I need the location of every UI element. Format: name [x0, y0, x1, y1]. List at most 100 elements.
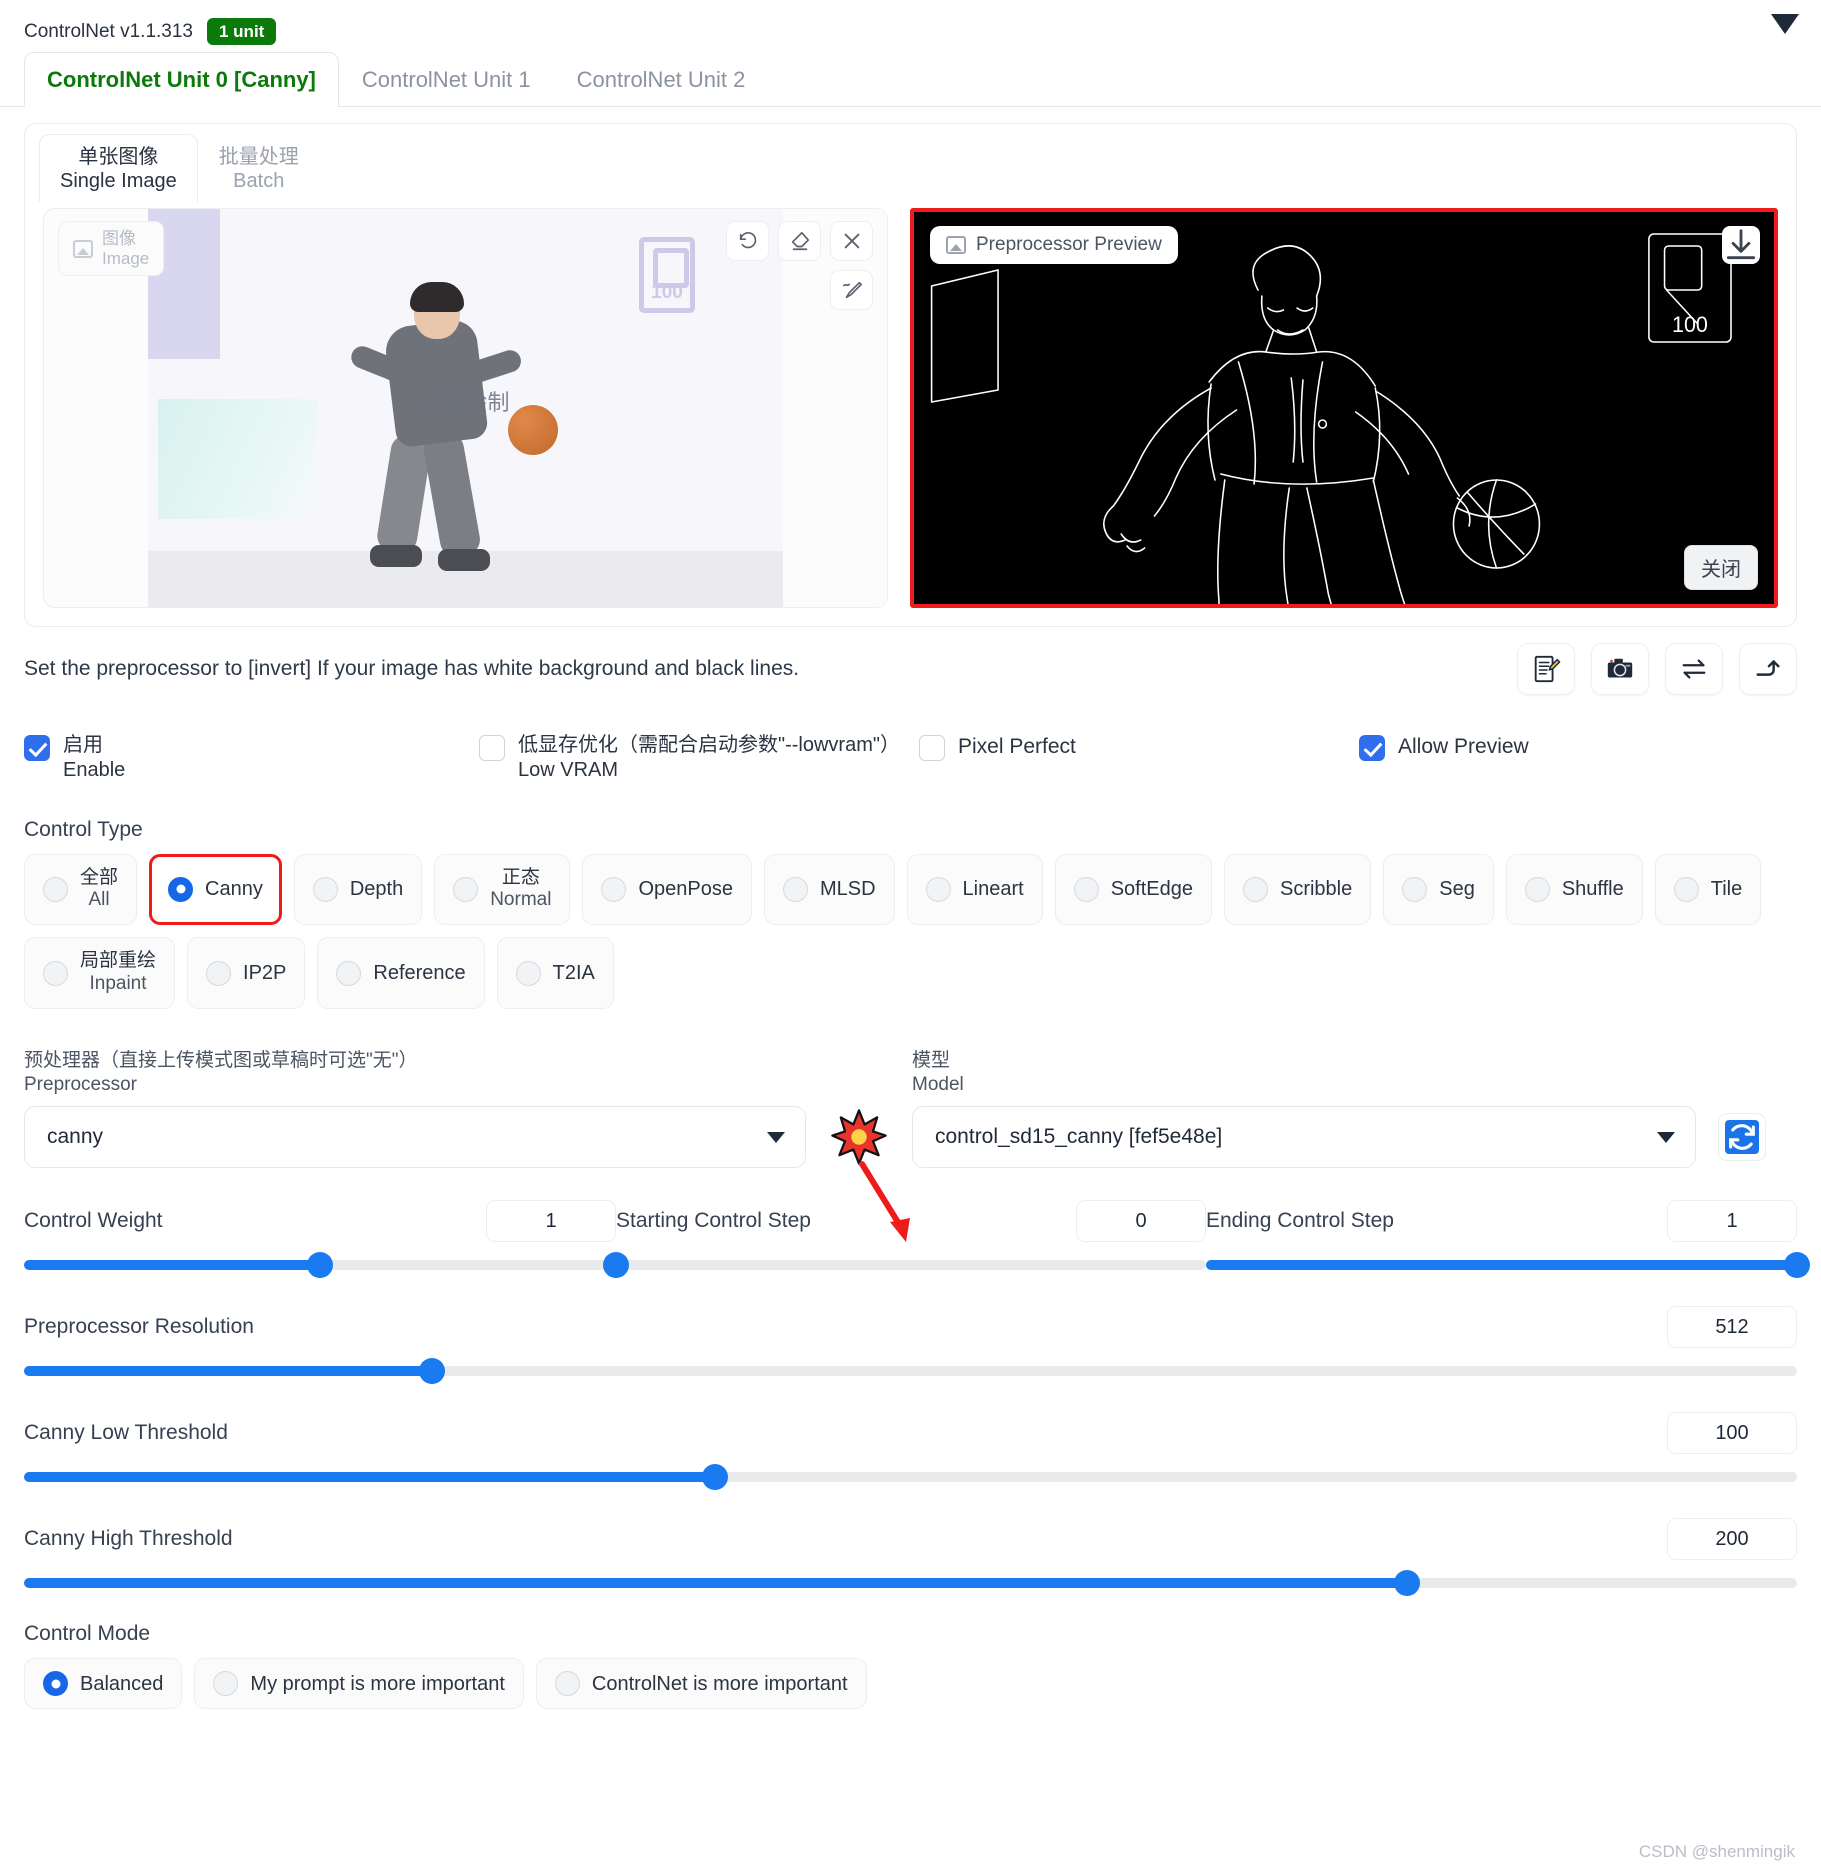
model-dropdown[interactable]: control_sd15_canny [fef5e48e] [912, 1106, 1696, 1169]
radio-seg[interactable] [1402, 876, 1428, 902]
return-arrow-icon[interactable] [1739, 643, 1797, 696]
starting-step-label: Starting Control Step [616, 1209, 811, 1233]
radio-inpaint[interactable] [43, 960, 68, 986]
control-type-t2ia[interactable]: T2IA [496, 937, 614, 1009]
download-icon[interactable] [1722, 226, 1760, 265]
canny-low-knob[interactable] [702, 1464, 729, 1491]
preprocessor-resolution-value[interactable]: 512 [1667, 1306, 1797, 1349]
control-type-openpose[interactable]: OpenPose [582, 853, 752, 926]
tab-controlnet-unit-0[interactable]: ControlNet Unit 0 [Canny] [24, 52, 339, 108]
low-vram-checkbox-box[interactable] [479, 735, 505, 762]
preprocessor-label-en: Preprocessor [24, 1073, 137, 1095]
source-image-dropzone[interactable]: 图像 Image 100 开始绘制 [43, 208, 888, 609]
preprocessor-block: 预处理器（直接上传模式图或草稿时可选"无"） Preprocessor cann… [24, 1049, 806, 1169]
control-type-lineart[interactable]: Lineart [906, 853, 1043, 926]
radio-scribble[interactable] [1242, 876, 1268, 902]
unit-panel: 单张图像 Single Image 批量处理 Batch 图像 Image 10… [24, 123, 1797, 628]
starting-step-value[interactable]: 0 [1076, 1200, 1206, 1243]
ending-step-knob[interactable] [1784, 1252, 1810, 1279]
control-type-shuffle[interactable]: Shuffle [1505, 853, 1643, 926]
low-vram-label-en: Low VRAM [518, 758, 619, 781]
control-type-seg-label: Seg [1439, 878, 1475, 901]
image-panels-row: 图像 Image 100 开始绘制 Preprocessor Preview 1… [25, 202, 1796, 609]
caret-down-icon[interactable] [1771, 14, 1799, 34]
undo-icon[interactable] [726, 221, 769, 262]
allow-preview-checkbox-box[interactable] [1359, 735, 1385, 762]
checkbox-enable[interactable]: 启用 Enable [24, 733, 479, 783]
radio-all[interactable] [43, 876, 68, 902]
canny-high-value[interactable]: 200 [1667, 1518, 1797, 1561]
control-weight-value[interactable]: 1 [486, 1200, 616, 1243]
pixel-perfect-checkbox-box[interactable] [919, 735, 945, 762]
edit-note-icon[interactable] [1517, 643, 1575, 696]
ending-step-track[interactable] [1206, 1252, 1810, 1279]
model-label-en: Model [912, 1073, 964, 1095]
control-type-normal[interactable]: 正态 Normal [434, 853, 571, 926]
control-type-inpaint[interactable]: 局部重绘 Inpaint [24, 937, 176, 1009]
control-type-reference[interactable]: Reference [317, 937, 485, 1009]
csdn-watermark: CSDN @shenmingik [1638, 1842, 1795, 1861]
control-mode-controlnet[interactable]: ControlNet is more important [535, 1658, 867, 1710]
preview-close-button[interactable]: 关闭 [1684, 545, 1758, 591]
control-mode-balanced[interactable]: Balanced [24, 1658, 183, 1710]
camera-icon[interactable] [1591, 643, 1649, 696]
control-type-mlsd[interactable]: MLSD [763, 853, 895, 926]
preprocessor-preview-panel[interactable]: Preprocessor Preview 100 关闭 [910, 208, 1778, 609]
radio-reference[interactable] [336, 960, 362, 986]
control-type-scribble[interactable]: Scribble [1223, 853, 1372, 926]
preprocessor-resolution-track[interactable] [24, 1358, 1797, 1385]
radio-shuffle[interactable] [1524, 876, 1550, 902]
control-mode-options: Balanced My prompt is more important Con… [0, 1658, 1821, 1710]
tab-controlnet-unit-2[interactable]: ControlNet Unit 2 [554, 52, 769, 107]
preprocessor-dropdown[interactable]: canny [24, 1106, 806, 1169]
chevron-down-icon [1657, 1131, 1675, 1143]
tab-single-image[interactable]: 单张图像 Single Image [39, 134, 198, 203]
radio-ip2p[interactable] [206, 960, 232, 986]
control-type-depth[interactable]: Depth [293, 853, 423, 926]
control-type-all[interactable]: 全部 All [24, 853, 138, 926]
radio-my-prompt[interactable] [213, 1671, 239, 1697]
checkbox-low-vram[interactable]: 低显存优化（需配合启动参数"--lowvram"） Low VRAM [479, 733, 919, 783]
photo-logo: 100 [639, 237, 695, 314]
ending-step-value[interactable]: 1 [1667, 1200, 1797, 1243]
burst-icon[interactable] [831, 1106, 887, 1168]
radio-depth[interactable] [312, 876, 338, 902]
preprocessor-resolution-knob[interactable] [418, 1358, 445, 1385]
swap-icon[interactable] [1665, 643, 1723, 696]
eraser-icon[interactable] [778, 221, 821, 262]
radio-controlnet-important[interactable] [554, 1671, 580, 1697]
radio-balanced[interactable] [43, 1671, 68, 1697]
starting-step-track[interactable] [603, 1252, 1206, 1279]
radio-normal[interactable] [453, 876, 479, 902]
control-weight-track[interactable] [24, 1252, 616, 1279]
checkbox-allow-preview[interactable]: Allow Preview [1359, 733, 1529, 783]
canny-high-track[interactable] [24, 1570, 1797, 1597]
control-weight-knob[interactable] [307, 1252, 333, 1279]
canny-low-value[interactable]: 100 [1667, 1412, 1797, 1455]
canny-high-knob[interactable] [1393, 1570, 1420, 1597]
photo-overlay-text: 开始绘制 [421, 390, 510, 416]
radio-t2ia[interactable] [515, 960, 541, 986]
canny-low-track[interactable] [24, 1464, 1797, 1491]
close-icon[interactable] [830, 221, 873, 262]
control-type-canny[interactable]: Canny [149, 853, 282, 926]
radio-tile[interactable] [1673, 876, 1699, 902]
radio-canny[interactable] [168, 876, 194, 902]
radio-lineart[interactable] [925, 876, 951, 902]
control-type-tile[interactable]: Tile [1654, 853, 1762, 926]
tab-batch[interactable]: 批量处理 Batch [198, 134, 320, 202]
control-type-ip2p[interactable]: IP2P [187, 937, 306, 1009]
radio-openpose[interactable] [601, 876, 627, 902]
control-type-softedge[interactable]: SoftEdge [1054, 853, 1212, 926]
control-type-seg[interactable]: Seg [1383, 853, 1494, 926]
radio-softedge[interactable] [1073, 876, 1099, 902]
checkbox-pixel-perfect[interactable]: Pixel Perfect [919, 733, 1359, 783]
refresh-models-button[interactable] [1718, 1113, 1766, 1162]
tab-batch-cn: 批量处理 [218, 146, 299, 169]
pen-icon[interactable] [830, 270, 873, 311]
tab-controlnet-unit-1[interactable]: ControlNet Unit 1 [339, 52, 554, 107]
enable-checkbox-box[interactable] [24, 735, 50, 762]
control-mode-my-prompt[interactable]: My prompt is more important [194, 1658, 524, 1710]
starting-step-knob[interactable] [603, 1252, 629, 1279]
radio-mlsd[interactable] [782, 876, 808, 902]
